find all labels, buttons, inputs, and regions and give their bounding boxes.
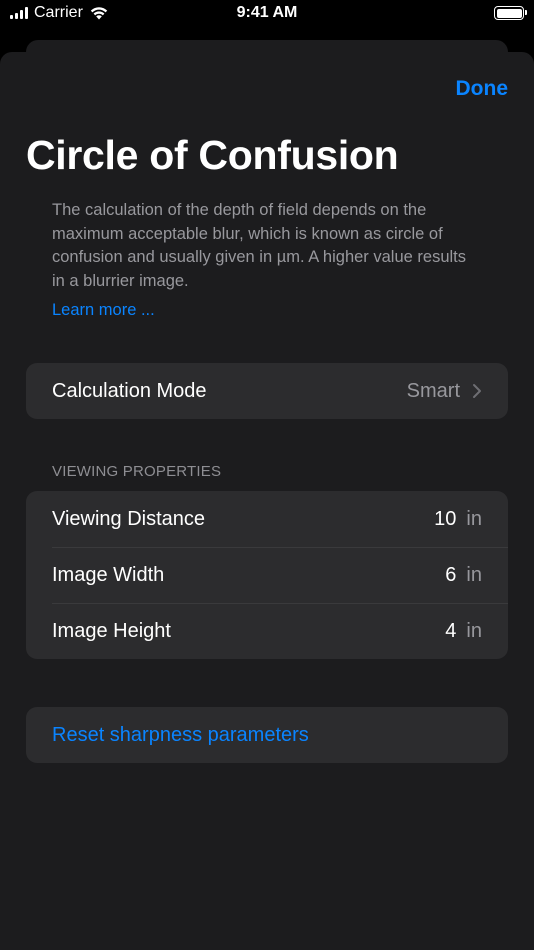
viewing-distance-unit: in <box>466 507 482 530</box>
image-height-unit: in <box>466 619 482 642</box>
viewing-distance-row[interactable]: Viewing Distance 10 in <box>26 491 508 547</box>
image-width-label: Image Width <box>52 563 165 586</box>
reset-sharpness-label: Reset sharpness parameters <box>52 723 309 746</box>
image-height-value[interactable]: 4 <box>445 620 456 643</box>
done-button[interactable]: Done <box>456 77 509 101</box>
image-width-unit: in <box>466 563 482 586</box>
page-title: Circle of Confusion <box>26 132 399 178</box>
image-height-row[interactable]: Image Height 4 in <box>26 603 508 659</box>
status-bar: Carrier 9:41 AM <box>0 0 534 30</box>
calculation-mode-row[interactable]: Calculation Mode Smart <box>26 363 508 419</box>
image-height-label: Image Height <box>52 619 171 642</box>
viewing-distance-label: Viewing Distance <box>52 507 206 530</box>
status-time: 9:41 AM <box>236 4 298 21</box>
viewing-properties-group: Viewing Distance 10 in Image Width 6 in … <box>26 491 508 659</box>
image-width-value[interactable]: 6 <box>445 564 456 587</box>
description-text: The calculation of the depth of field de… <box>52 201 466 290</box>
calculation-mode-group: Calculation Mode Smart <box>26 363 508 419</box>
battery-fill <box>496 8 522 18</box>
image-width-row[interactable]: Image Width 6 in <box>26 547 508 603</box>
chevron-right-icon <box>473 384 481 398</box>
calculation-mode-label: Calculation Mode <box>52 379 207 402</box>
viewing-properties-header: VIEWING PROPERTIES <box>52 463 222 480</box>
learn-more-link[interactable]: Learn more ... <box>52 301 155 320</box>
calculation-mode-value: Smart <box>406 379 460 402</box>
reset-group: Reset sharpness parameters <box>26 707 508 763</box>
battery-icon <box>494 6 527 20</box>
reset-sharpness-button[interactable]: Reset sharpness parameters <box>26 707 508 763</box>
circle-of-confusion-sheet: Done Circle of Confusion The calculation… <box>0 52 534 950</box>
viewing-distance-value[interactable]: 10 <box>434 508 456 531</box>
